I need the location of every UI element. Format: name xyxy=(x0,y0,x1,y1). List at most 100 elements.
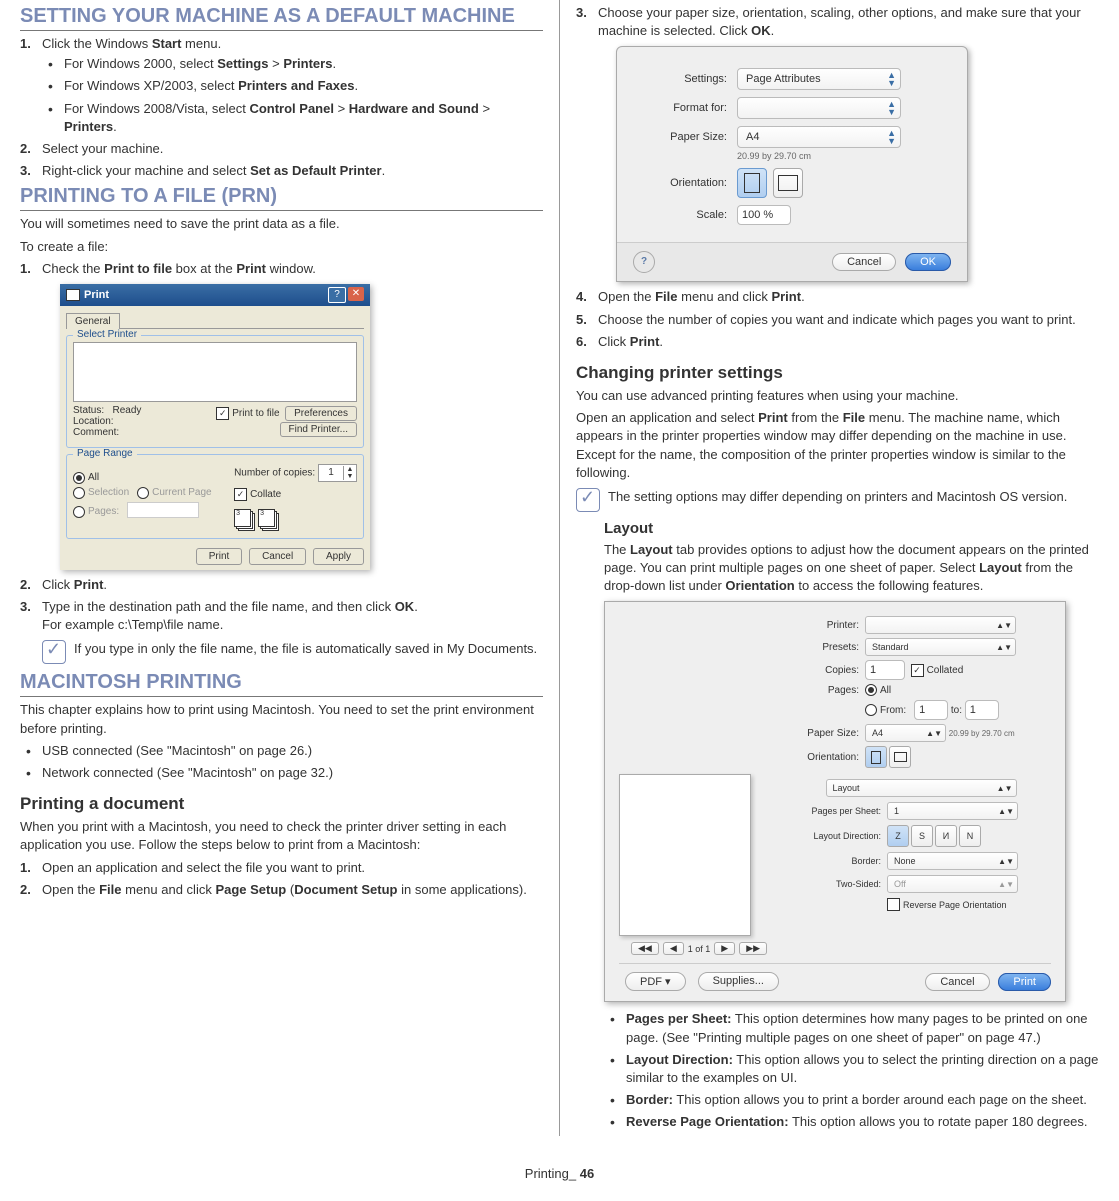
border-select[interactable]: None▲▼ xyxy=(887,852,1018,870)
reverse-orientation-checkbox[interactable]: Reverse Page Orientation xyxy=(887,898,1007,911)
paper-size-select[interactable]: A4▲▼ xyxy=(865,724,946,742)
to-input[interactable]: 1 xyxy=(965,700,999,720)
printer-listbox[interactable] xyxy=(73,342,357,402)
steps-print-to-file: 1.Check the Print to file box at the Pri… xyxy=(20,260,543,278)
cancel-button[interactable]: Cancel xyxy=(249,548,306,565)
substep: For Windows 2008/Vista, select Control P… xyxy=(42,100,543,136)
layout-dir-2-button[interactable]: S xyxy=(911,825,933,847)
find-printer-button[interactable]: Find Printer... xyxy=(280,422,357,437)
cancel-button[interactable]: Cancel xyxy=(925,973,989,991)
bullet: Pages per Sheet: This option determines … xyxy=(604,1010,1099,1046)
step-text: Open the File menu and click Print. xyxy=(598,289,805,304)
layout-dir-1-button[interactable]: Z xyxy=(887,825,909,847)
paragraph: Open an application and select Print fro… xyxy=(576,409,1099,482)
preferences-button[interactable]: Preferences xyxy=(285,406,357,421)
orientation-landscape-button[interactable] xyxy=(773,168,803,198)
pages-per-sheet-select[interactable]: 1▲▼ xyxy=(887,802,1018,820)
orientation-label: Orientation: xyxy=(637,177,737,189)
prev-button[interactable]: ◀ xyxy=(663,942,684,955)
copies-input[interactable]: 1 xyxy=(865,660,905,680)
landscape-icon xyxy=(894,752,907,762)
step-text: Open the File menu and click Page Setup … xyxy=(42,882,527,897)
printer-select[interactable]: ▲▼ xyxy=(865,616,1016,634)
presets-select[interactable]: Standard▲▼ xyxy=(865,638,1016,656)
radio-all[interactable]: All xyxy=(73,472,99,484)
format-for-select[interactable]: ▲▼ xyxy=(737,97,901,119)
portrait-icon xyxy=(871,751,881,764)
step-text: Type in the destination path and the fil… xyxy=(42,599,418,614)
cancel-button[interactable]: Cancel xyxy=(832,253,896,271)
fieldset-page-range: Page Range xyxy=(73,448,137,459)
mac-print-layout-dialog: Printer:▲▼ Presets:Standard▲▼ Copies:1 ✓… xyxy=(604,601,1066,1002)
printer-icon: Print xyxy=(66,289,109,301)
prev-page-button[interactable]: ◀◀ xyxy=(631,942,659,955)
help-icon[interactable]: ? xyxy=(633,251,655,273)
portrait-icon xyxy=(744,173,760,193)
help-icon[interactable]: ? xyxy=(328,287,346,303)
scale-input[interactable]: 100 % xyxy=(737,205,791,225)
copies-label: Copies: xyxy=(799,665,865,676)
paper-size-select[interactable]: A4▲▼ xyxy=(737,126,901,148)
border-label: Border: xyxy=(791,856,887,866)
pages-per-sheet-label: Pages per Sheet: xyxy=(791,806,887,816)
layout-dir-4-button[interactable]: N xyxy=(959,825,981,847)
radio-selection[interactable]: Selection xyxy=(73,487,129,499)
substep: For Windows XP/2003, select Printers and… xyxy=(42,77,543,95)
page-counter: 1 of 1 xyxy=(688,944,711,954)
two-sided-select[interactable]: Off▲▼ xyxy=(887,875,1018,893)
page-footer: Printing_ 46 xyxy=(0,1136,1119,1201)
status-value: Ready xyxy=(112,405,141,416)
print-button[interactable]: Print xyxy=(196,548,243,565)
ok-button[interactable]: OK xyxy=(905,253,951,271)
print-button[interactable]: Print xyxy=(998,973,1051,991)
orientation-portrait-button[interactable] xyxy=(737,168,767,198)
orientation-portrait-button[interactable] xyxy=(865,746,887,768)
from-input[interactable]: 1 xyxy=(914,700,948,720)
collate-icon: 123 123 xyxy=(234,505,284,529)
heading-changing-settings: Changing printer settings xyxy=(576,363,1099,383)
layout-dir-3-button[interactable]: И xyxy=(935,825,957,847)
tab-general[interactable]: General xyxy=(66,313,120,329)
panel-select[interactable]: Layout▲▼ xyxy=(826,779,1017,797)
step-text: Click the Windows Start menu. xyxy=(42,36,221,51)
orientation-landscape-button[interactable] xyxy=(889,746,911,768)
settings-label: Settings: xyxy=(637,73,737,85)
paragraph: The Layout tab provides options to adjus… xyxy=(604,541,1099,596)
printer-label: Printer: xyxy=(799,620,865,631)
step-example: For example c:\Temp\file name. xyxy=(42,616,543,634)
paragraph: This chapter explains how to print using… xyxy=(20,701,543,737)
presets-label: Presets: xyxy=(799,642,865,653)
paragraph: To create a file: xyxy=(20,238,543,256)
close-icon[interactable]: ✕ xyxy=(348,287,364,301)
layout-direction-label: Layout Direction: xyxy=(791,831,887,841)
location-label: Location: xyxy=(73,416,141,427)
note-icon xyxy=(576,488,600,512)
collate-checkbox[interactable]: ✓Collate xyxy=(234,488,281,501)
next-button[interactable]: ▶ xyxy=(714,942,735,955)
steps-mac-print: 1.Open an application and select the fil… xyxy=(20,859,543,899)
print-to-file-checkbox[interactable]: ✓Print to file xyxy=(216,407,279,420)
pdf-button[interactable]: PDF ▾ xyxy=(625,972,686,991)
paragraph: You can use advanced printing features w… xyxy=(576,387,1099,405)
radio-all[interactable]: All xyxy=(865,684,891,696)
radio-from[interactable]: From: xyxy=(865,704,906,716)
pages-label: Pages: xyxy=(799,685,865,696)
heading-printing-document: Printing a document xyxy=(20,794,543,814)
paragraph: When you print with a Macintosh, you nee… xyxy=(20,818,543,854)
copies-spinner[interactable]: 1▲▼ xyxy=(318,464,357,482)
next-page-button[interactable]: ▶▶ xyxy=(739,942,767,955)
bullet: Layout Direction: This option allows you… xyxy=(604,1051,1099,1087)
comment-label: Comment: xyxy=(73,427,141,438)
steps-print-to-file-cont: 2.Click Print. 3.Type in the destination… xyxy=(20,576,543,635)
step-text: Choose your paper size, orientation, sca… xyxy=(598,5,1081,38)
apply-button[interactable]: Apply xyxy=(313,548,364,565)
note-text: The setting options may differ depending… xyxy=(608,488,1099,506)
collated-checkbox[interactable]: ✓Collated xyxy=(911,664,964,677)
to-label: to: xyxy=(951,705,962,716)
steps-default-machine: 1. Click the Windows Start menu. For Win… xyxy=(20,35,543,180)
radio-current-page[interactable]: Current Page xyxy=(137,487,211,499)
pages-input[interactable] xyxy=(127,502,199,518)
settings-select[interactable]: Page Attributes▲▼ xyxy=(737,68,901,90)
supplies-button[interactable]: Supplies... xyxy=(698,972,779,991)
radio-pages[interactable]: Pages: xyxy=(73,506,119,518)
